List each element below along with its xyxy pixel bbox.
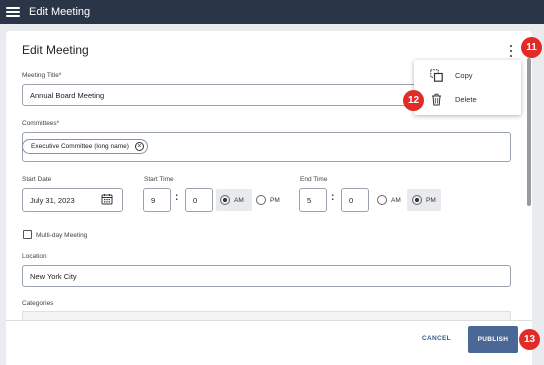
multi-day-checkbox[interactable] (23, 230, 32, 239)
copy-icon (430, 69, 443, 82)
start-time-label: Start Time (144, 176, 174, 183)
start-date-label: Start Date (22, 176, 52, 183)
committees-label: Committees* (22, 120, 60, 127)
committee-chip: Executive Committee (long name) × (22, 139, 148, 154)
top-app-bar: Edit Meeting (0, 0, 544, 24)
cancel-button[interactable]: CANCEL (422, 335, 451, 342)
end-am-radio[interactable] (377, 195, 387, 205)
multi-day-label: Multi-day Meeting (36, 232, 88, 239)
menu-item-delete[interactable]: Delete (414, 89, 521, 111)
categories-label: Categories (22, 300, 54, 307)
start-minute-value: 0 (193, 195, 198, 205)
menu-item-copy[interactable]: Copy (414, 65, 521, 87)
page-title: Edit Meeting (22, 43, 89, 57)
menu-item-delete-label: Delete (455, 95, 477, 104)
committee-chip-label: Executive Committee (long name) (31, 143, 129, 150)
end-minute-input[interactable]: 0 (341, 188, 369, 212)
meeting-title-label: Meeting Title* (22, 72, 62, 79)
scrollbar-thumb[interactable] (527, 58, 531, 206)
end-pm-label: PM (426, 197, 436, 204)
remove-chip-icon[interactable]: × (134, 142, 144, 151)
time-separator: : (175, 192, 179, 203)
start-am-radio[interactable] (220, 195, 230, 205)
end-hour-input[interactable]: 5 (299, 188, 327, 212)
meeting-title-value: Annual Board Meeting (30, 90, 105, 100)
more-options-icon[interactable] (509, 45, 513, 57)
trash-icon (432, 93, 441, 106)
end-pm-radio[interactable] (412, 195, 422, 205)
start-hour-value: 9 (151, 195, 156, 205)
end-time-label: End Time (300, 176, 328, 183)
app-bar-title: Edit Meeting (29, 6, 91, 18)
start-pm-label: PM (270, 197, 280, 204)
start-pm-radio[interactable] (256, 195, 266, 205)
callout-badge-11: 11 (521, 37, 542, 58)
hamburger-menu-icon[interactable] (6, 7, 20, 17)
menu-item-copy-label: Copy (455, 71, 473, 80)
location-input[interactable]: New York City (22, 265, 511, 287)
end-hour-value: 5 (307, 195, 312, 205)
start-hour-input[interactable]: 9 (143, 188, 171, 212)
end-minute-value: 0 (349, 195, 354, 205)
dialog-footer (6, 320, 532, 365)
callout-badge-12: 12 (403, 90, 424, 111)
time-separator: : (331, 192, 335, 203)
start-date-value: July 31, 2023 (30, 195, 75, 205)
publish-button[interactable]: PUBLISH (468, 326, 518, 353)
options-menu: Copy Delete (414, 60, 521, 115)
end-am-label: AM (391, 197, 401, 204)
start-am-label: AM (234, 197, 244, 204)
start-minute-input[interactable]: 0 (185, 188, 213, 212)
location-value: New York City (30, 271, 77, 281)
calendar-icon[interactable] (101, 193, 113, 205)
callout-badge-13: 13 (519, 329, 540, 350)
location-label: Location (22, 253, 47, 260)
